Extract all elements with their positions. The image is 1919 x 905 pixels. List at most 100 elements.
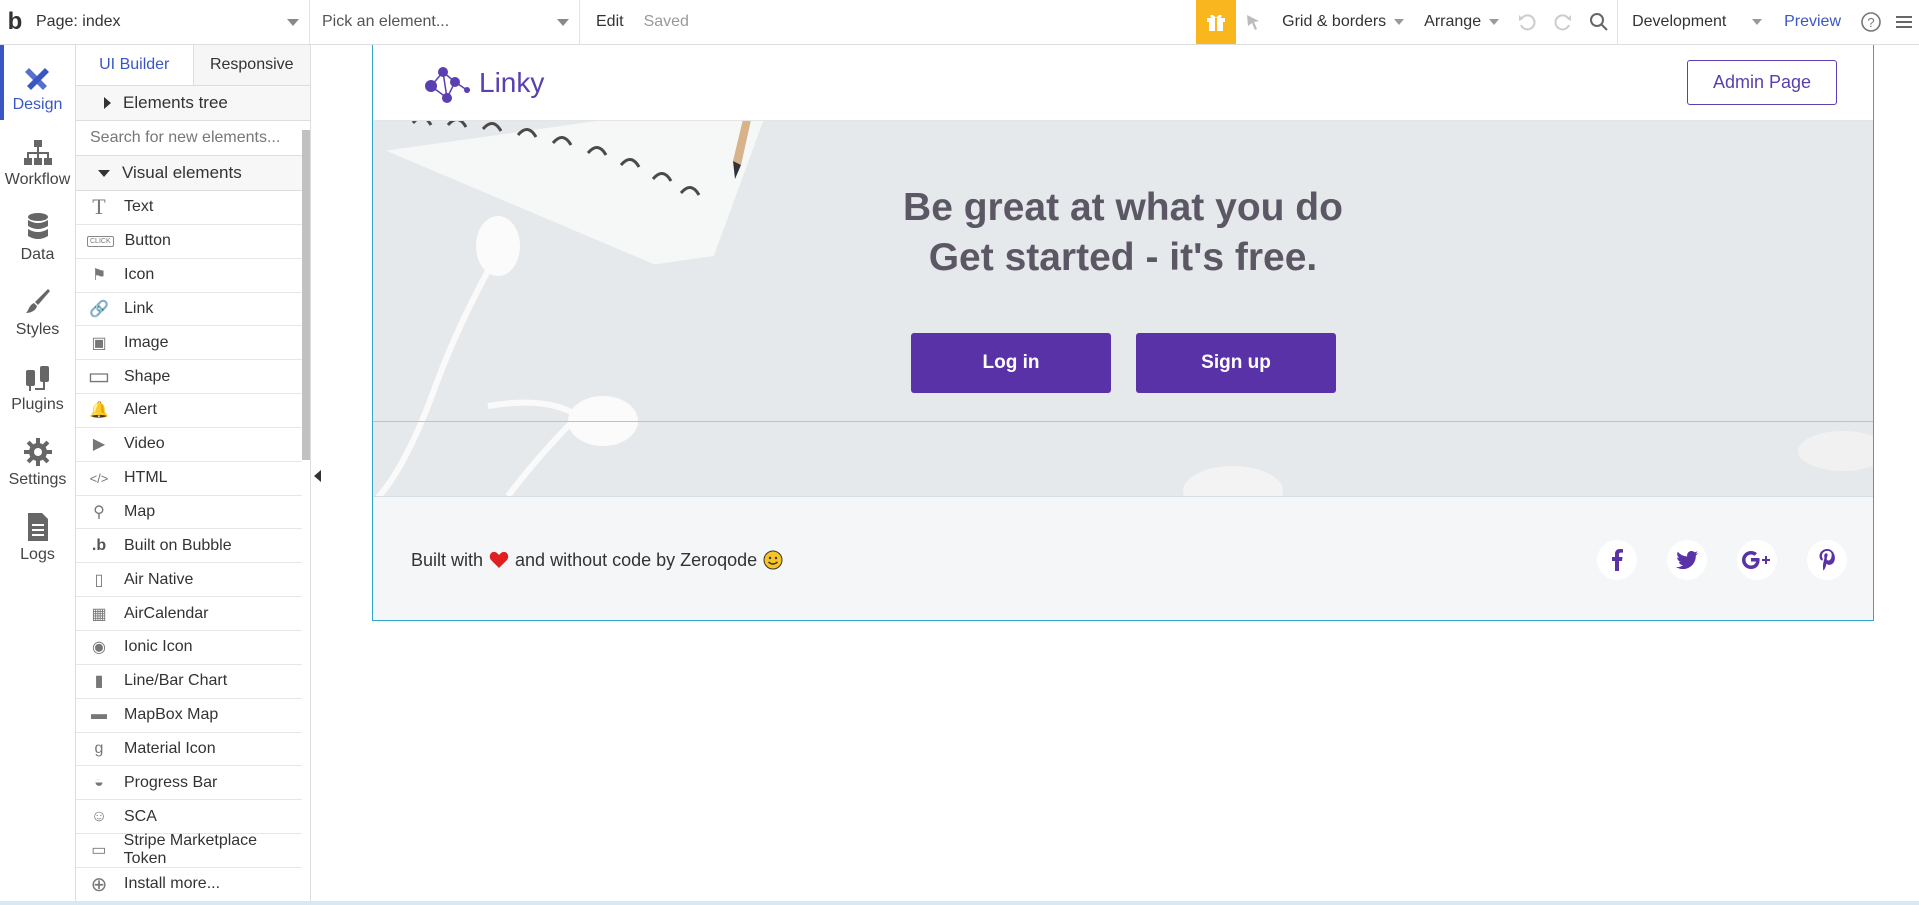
bubble-logo[interactable]: b bbox=[0, 0, 30, 44]
twitter-icon bbox=[1676, 551, 1698, 569]
environment-label: Development bbox=[1632, 13, 1727, 30]
saved-status: Saved bbox=[643, 13, 689, 30]
hero-buttons: Log in Sign up bbox=[911, 333, 1336, 393]
arrange-menu[interactable]: Arrange bbox=[1414, 0, 1509, 44]
element-label: Progress Bar bbox=[124, 773, 218, 791]
element-sca[interactable]: ☺ SCA bbox=[76, 800, 302, 835]
hero-line-1: Be great at what you do bbox=[903, 186, 1343, 229]
rail-label: Settings bbox=[8, 471, 67, 488]
gift-button[interactable] bbox=[1196, 0, 1237, 44]
element-html[interactable]: </> HTML bbox=[76, 462, 302, 496]
rail-item-logs[interactable]: Logs bbox=[0, 495, 75, 570]
element-label: Shape bbox=[124, 367, 171, 385]
grid-borders-menu[interactable]: Grid & borders bbox=[1272, 0, 1414, 44]
page-select[interactable]: Page: index bbox=[30, 0, 310, 44]
tab-ui-builder[interactable]: UI Builder bbox=[76, 45, 194, 85]
search-button[interactable] bbox=[1581, 0, 1619, 44]
arrange-label: Arrange bbox=[1424, 13, 1482, 30]
google-plus-link[interactable] bbox=[1737, 540, 1777, 580]
brand-logo[interactable]: Linky bbox=[423, 62, 544, 104]
element-button[interactable]: CLICK Button bbox=[76, 225, 302, 259]
environment-select[interactable]: Development bbox=[1618, 0, 1772, 44]
select-mode-button[interactable] bbox=[1236, 0, 1272, 44]
element-built-on-bubble[interactable]: .b Built on Bubble bbox=[76, 529, 302, 564]
visual-elements-toggle[interactable]: Visual elements bbox=[76, 156, 310, 191]
rail-item-plugins[interactable]: Plugins bbox=[0, 345, 75, 420]
bottom-edge bbox=[0, 901, 1919, 905]
element-label: AirCalendar bbox=[124, 604, 209, 622]
element-video[interactable]: ▶ Video bbox=[76, 428, 302, 462]
element-label: MapBox Map bbox=[124, 706, 219, 724]
phone-icon: ▯ bbox=[94, 571, 104, 589]
workflow-icon bbox=[23, 140, 52, 165]
element-progress-bar[interactable]: ◒ Progress Bar bbox=[76, 766, 302, 801]
admin-page-button[interactable]: Admin Page bbox=[1686, 60, 1837, 105]
element-link[interactable]: 🔗 Link bbox=[76, 293, 302, 327]
element-mapbox-map[interactable]: ▬ MapBox Map bbox=[76, 699, 302, 733]
element-search-input[interactable] bbox=[88, 128, 292, 148]
element-line-bar-chart[interactable]: ▮ Line/Bar Chart bbox=[76, 665, 302, 699]
element-picker[interactable]: Pick an element... bbox=[310, 0, 580, 44]
hero-background-image bbox=[373, 121, 1873, 496]
chevron-down-icon bbox=[557, 18, 569, 26]
gauge-icon: ◒ bbox=[94, 773, 104, 791]
element-icon[interactable]: ⚑ Icon bbox=[76, 259, 302, 293]
pinterest-link[interactable] bbox=[1807, 540, 1847, 580]
undo-button[interactable] bbox=[1509, 0, 1545, 44]
redo-button[interactable] bbox=[1545, 0, 1581, 44]
element-install-more[interactable]: ⊕ Install more... bbox=[76, 868, 302, 902]
code-icon: </> bbox=[89, 470, 109, 486]
element-label: Line/Bar Chart bbox=[124, 672, 228, 690]
element-label: Air Native bbox=[124, 570, 194, 588]
login-button[interactable]: Log in bbox=[911, 333, 1111, 393]
design-icon bbox=[24, 68, 49, 90]
facebook-link[interactable] bbox=[1597, 540, 1637, 580]
element-label: Video bbox=[124, 435, 165, 453]
element-alert[interactable]: 🔔 Alert bbox=[76, 394, 302, 428]
chevron-down-icon bbox=[1752, 19, 1763, 25]
element-image[interactable]: ▣ Image bbox=[76, 326, 302, 361]
flag-icon: ⚑ bbox=[91, 267, 107, 285]
footer-text-before: Built with bbox=[411, 549, 484, 570]
rail-item-data[interactable]: Data bbox=[0, 195, 75, 270]
element-stripe-marketplace-token[interactable]: ▭ Stripe Marketplace Token bbox=[76, 832, 302, 868]
search-icon bbox=[1590, 13, 1608, 31]
text-icon: T bbox=[92, 194, 106, 220]
gear-icon bbox=[23, 438, 52, 466]
edit-menu[interactable]: Edit bbox=[580, 13, 636, 31]
hero-heading: Be great at what you do Get started - it… bbox=[373, 183, 1873, 283]
tab-responsive[interactable]: Responsive bbox=[193, 45, 310, 85]
preview-link[interactable]: Preview bbox=[1772, 13, 1853, 31]
signup-button[interactable]: Sign up bbox=[1136, 333, 1336, 393]
element-air-native[interactable]: ▯ Air Native bbox=[76, 563, 302, 598]
button-icon: CLICK bbox=[87, 235, 114, 247]
element-label: Icon bbox=[124, 266, 155, 284]
rail-item-settings[interactable]: Settings bbox=[0, 420, 75, 495]
elements-tree-toggle[interactable]: Elements tree bbox=[76, 86, 310, 121]
document-icon bbox=[27, 513, 48, 541]
element-material-icon[interactable]: g Material Icon bbox=[76, 733, 302, 767]
smiley-icon: ☺ bbox=[90, 807, 108, 825]
svg-text:?: ? bbox=[1867, 15, 1874, 30]
element-aircalendar[interactable]: ▦ AirCalendar bbox=[76, 597, 302, 631]
plug-icon bbox=[25, 366, 49, 391]
twitter-link[interactable] bbox=[1667, 540, 1707, 580]
element-text[interactable]: T Text bbox=[76, 191, 302, 225]
rail-item-styles[interactable]: Styles bbox=[0, 270, 75, 345]
help-button[interactable]: ? bbox=[1853, 0, 1889, 44]
element-label: Stripe Marketplace Token bbox=[123, 832, 258, 868]
brand-name: Linky bbox=[479, 66, 545, 98]
rail-item-design[interactable]: Design bbox=[0, 45, 75, 120]
element-label: Ionic Icon bbox=[124, 638, 193, 656]
collapse-panel-icon[interactable] bbox=[314, 470, 321, 482]
element-label: SCA bbox=[124, 807, 157, 825]
panel-scrollbar[interactable] bbox=[302, 130, 310, 460]
rail-item-workflow[interactable]: Workflow bbox=[0, 120, 75, 195]
element-search bbox=[76, 121, 310, 156]
more-menu-button[interactable] bbox=[1889, 0, 1919, 44]
element-map[interactable]: ⚲ Map bbox=[76, 496, 302, 530]
element-ionic-icon[interactable]: ◉ Ionic Icon bbox=[76, 631, 302, 665]
page-canvas[interactable]: Linky Admin Page Be great at what you do… bbox=[372, 45, 1874, 621]
link-icon: 🔗 bbox=[89, 300, 109, 318]
element-shape[interactable]: ▭ Shape bbox=[76, 360, 302, 395]
